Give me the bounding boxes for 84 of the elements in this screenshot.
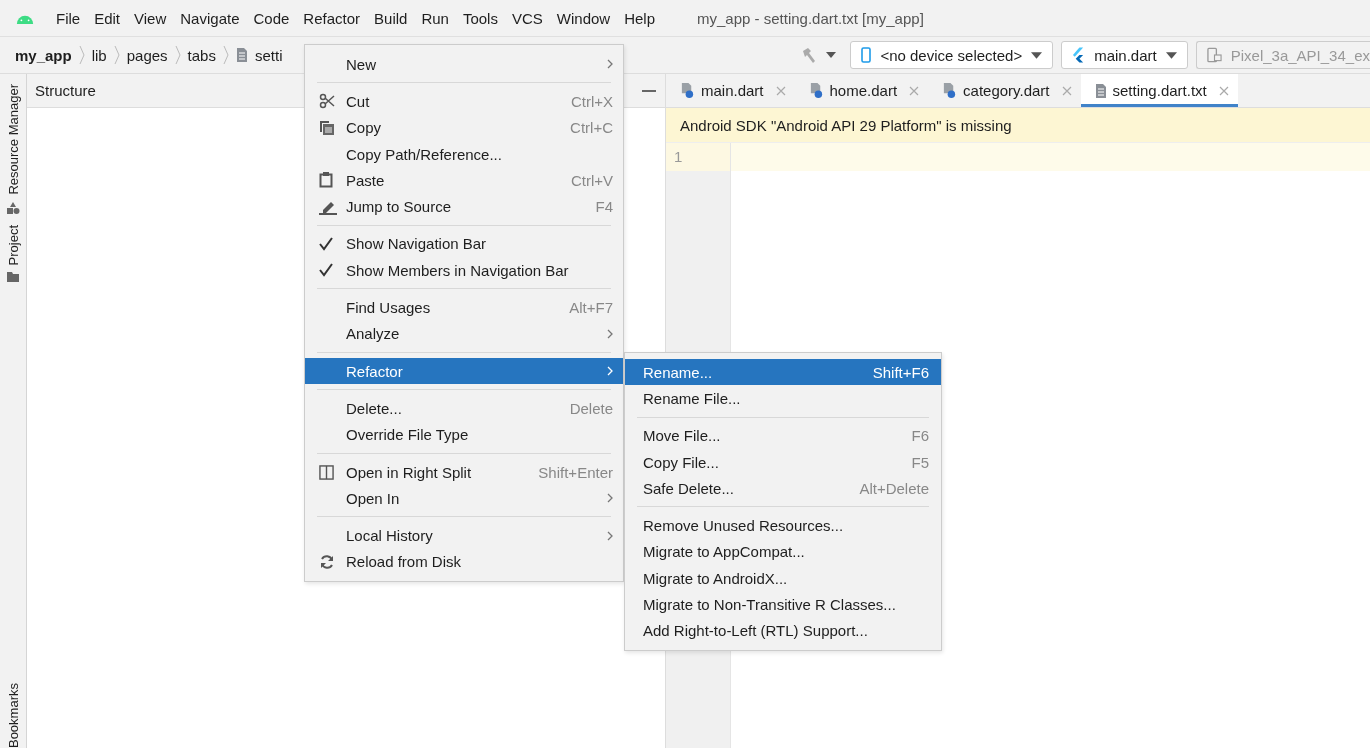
menu-item[interactable]: Local History (305, 522, 623, 549)
close-icon[interactable] (909, 85, 920, 96)
menu-item[interactable]: Rename... Shift+F6 (625, 359, 941, 386)
breadcrumb-item[interactable]: tabs (187, 46, 216, 64)
editor-tab[interactable]: setting.dart.txt (1080, 74, 1238, 107)
reload-icon (319, 553, 335, 570)
close-icon[interactable] (1061, 85, 1072, 96)
menu-item[interactable]: Analyze (305, 320, 623, 347)
menu-item[interactable]: Migrate to AndroidX... (625, 565, 941, 592)
run-config-dropdown[interactable]: main.dart (1061, 41, 1188, 69)
breadcrumb-item[interactable]: my_app (15, 46, 72, 64)
menu-item[interactable]: Find Usages Alt+F7 (305, 294, 623, 321)
cut-icon (319, 93, 335, 110)
menu-item[interactable]: Paste Ctrl+V (305, 167, 623, 194)
tool-window-button[interactable]: Resource Manager (5, 74, 21, 215)
menu-item[interactable]: Jump to Source F4 (305, 193, 623, 220)
menu-item[interactable]: Delete... Delete (305, 395, 623, 422)
editor-tab[interactable]: main.dart (666, 74, 795, 107)
menu-item[interactable]: Refactor (303, 9, 361, 27)
dart-file-icon (942, 82, 958, 99)
menu-item[interactable]: Reload from Disk (305, 548, 623, 576)
caret-icon[interactable] (826, 52, 837, 58)
menu-item[interactable]: Open in Right Split Shift+Enter (305, 458, 623, 486)
shapes-icon (6, 200, 20, 215)
menu-item[interactable]: View (134, 9, 167, 27)
menu-item[interactable]: Help (624, 9, 656, 27)
line-number: 1 (666, 143, 730, 171)
chevron-icon (222, 45, 229, 65)
menu-item[interactable]: Copy Path/Reference... (305, 140, 623, 168)
menu-item[interactable]: Remove Unused Resources... (625, 512, 941, 539)
text-file-icon (1094, 82, 1107, 99)
menu-item[interactable]: File (56, 9, 81, 27)
menu-item[interactable]: VCS (511, 9, 543, 27)
menu-item[interactable]: Cut Ctrl+X (305, 88, 623, 115)
chevron-icon (78, 45, 85, 65)
warning-banner: Android SDK "Android API 29 Platform" is missing (666, 108, 1370, 143)
menu-item[interactable]: Window (556, 9, 611, 27)
window-title: my_app - setting.dart.txt [my_app] (697, 9, 924, 27)
menu-item[interactable]: Override File Type (305, 421, 623, 448)
menu-item[interactable]: Edit (94, 9, 121, 27)
menu-item[interactable]: Show Navigation Bar (305, 230, 623, 258)
close-icon[interactable] (775, 85, 786, 96)
flutter-logo-icon (1072, 47, 1086, 63)
menu-item[interactable]: Open In (305, 485, 623, 512)
breadcrumb-item[interactable]: lib (91, 46, 107, 64)
breadcrumb-item[interactable]: setti (254, 46, 283, 64)
menu-item[interactable]: New (305, 51, 623, 78)
breadcrumb-item[interactable]: pages (126, 46, 168, 64)
menu-item[interactable]: Build (374, 9, 408, 27)
device-dropdown[interactable]: <no device selected> (850, 41, 1054, 69)
menu-item[interactable]: Rename File... (625, 385, 941, 412)
menu-item[interactable]: Refactor (305, 357, 623, 385)
menu-item[interactable]: Navigate (180, 9, 240, 27)
chevron-icon (113, 45, 120, 65)
menu-item[interactable]: Migrate to Non-Transitive R Classes... (625, 591, 941, 618)
menu-item[interactable]: Safe Delete... Alt+Delete (625, 475, 941, 502)
menu-item[interactable]: Code (253, 9, 290, 27)
editor-tab[interactable]: home.dart (794, 74, 929, 107)
file-icon (235, 47, 248, 63)
editor-tab[interactable]: category.dart (928, 74, 1081, 107)
menu-item[interactable]: Move File... F6 (625, 422, 941, 449)
folder-icon (6, 271, 20, 284)
menu-item[interactable]: Copy File... F5 (625, 448, 941, 476)
menu-item[interactable]: Add Right-to-Left (RTL) Support... (625, 617, 941, 644)
menu-item[interactable]: Run (421, 9, 449, 27)
phone-icon (861, 47, 872, 63)
paste-icon (319, 172, 333, 189)
menu-item[interactable]: Tools (462, 9, 498, 27)
tool-window-button[interactable]: Project (5, 214, 21, 284)
dart-file-icon (808, 82, 824, 99)
menu-item[interactable]: Show Members in Navigation Bar (305, 257, 623, 284)
devices-icon (1206, 47, 1222, 63)
menu-item[interactable]: Migrate to AppCompat... (625, 538, 941, 566)
copy-icon (319, 119, 335, 136)
caret-icon (1031, 51, 1043, 59)
tool-window-button[interactable]: Bookmarks (5, 672, 21, 748)
caret-icon (1165, 51, 1177, 59)
menu-item[interactable]: Copy Ctrl+C (305, 114, 623, 141)
close-icon[interactable] (1218, 85, 1229, 96)
dart-file-icon (680, 82, 695, 99)
minimize-icon[interactable] (642, 89, 656, 92)
chevron-icon (174, 45, 181, 65)
panel-title: Structure (35, 82, 96, 99)
split-icon (319, 464, 334, 480)
